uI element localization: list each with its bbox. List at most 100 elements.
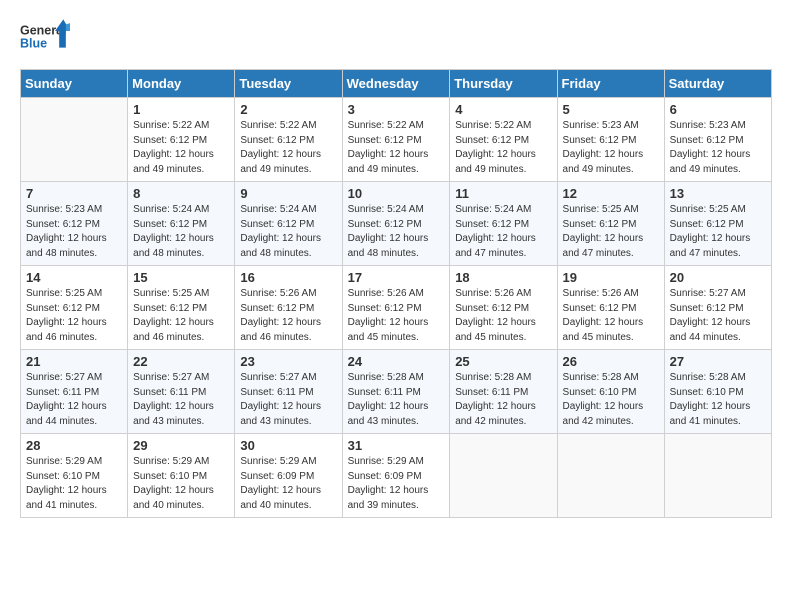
day-cell: 16Sunrise: 5:26 AMSunset: 6:12 PMDayligh… bbox=[235, 266, 342, 350]
day-cell: 23Sunrise: 5:27 AMSunset: 6:11 PMDayligh… bbox=[235, 350, 342, 434]
calendar-table: SundayMondayTuesdayWednesdayThursdayFrid… bbox=[20, 69, 772, 518]
day-cell bbox=[450, 434, 557, 518]
day-info: Sunrise: 5:26 AMSunset: 6:12 PMDaylight:… bbox=[240, 287, 336, 345]
day-info: Sunrise: 5:28 AMSunset: 6:11 PMDaylight:… bbox=[455, 371, 551, 429]
day-number: 8 bbox=[133, 186, 229, 201]
day-cell: 21 Sunrise: 5:27 AMSunset: 6:11 PMDayligh… bbox=[21, 350, 128, 434]
day-cell bbox=[21, 98, 128, 182]
header-monday: Monday bbox=[128, 70, 235, 98]
header-tuesday: Tuesday bbox=[235, 70, 342, 98]
day-cell: 18 Sunrise: 5:26 AMSunset: 6:12 PMDayligh… bbox=[450, 266, 557, 350]
logo: General Blue bbox=[20, 16, 70, 61]
day-cell: 4 Sunrise: 5:22 AMSunset: 6:12 PMDaylight… bbox=[450, 98, 557, 182]
day-number: 29 bbox=[133, 438, 229, 453]
week-row-5: 28Sunrise: 5:29 AMSunset: 6:10 PMDayligh… bbox=[21, 434, 772, 518]
day-info: Sunrise: 5:25 AMSunset: 6:12 PMDaylight:… bbox=[26, 287, 122, 345]
header-friday: Friday bbox=[557, 70, 664, 98]
day-cell: 11 Sunrise: 5:24 AMSunset: 6:12 PMDayligh… bbox=[450, 182, 557, 266]
day-info: Sunrise: 5:27 AMSunset: 6:11 PMDaylight:… bbox=[26, 371, 122, 429]
day-cell: 24 Sunrise: 5:28 AMSunset: 6:11 PMDayligh… bbox=[342, 350, 450, 434]
day-info: Sunrise: 5:25 AMSunset: 6:12 PMDaylight:… bbox=[133, 287, 229, 345]
day-number: 13 bbox=[670, 186, 766, 201]
week-row-3: 14 Sunrise: 5:25 AMSunset: 6:12 PMDayligh… bbox=[21, 266, 772, 350]
calendar-header-row: SundayMondayTuesdayWednesdayThursdayFrid… bbox=[21, 70, 772, 98]
day-cell: 30Sunrise: 5:29 AMSunset: 6:09 PMDayligh… bbox=[235, 434, 342, 518]
day-info: Sunrise: 5:23 AMSunset: 6:12 PMDaylight:… bbox=[670, 119, 766, 177]
day-info: Sunrise: 5:26 AMSunset: 6:12 PMDaylight:… bbox=[455, 287, 551, 345]
day-number: 21 bbox=[26, 354, 122, 369]
day-info: Sunrise: 5:23 AMSunset: 6:12 PMDaylight:… bbox=[26, 203, 122, 261]
day-cell: 3 Sunrise: 5:22 AMSunset: 6:12 PMDaylight… bbox=[342, 98, 450, 182]
day-info: Sunrise: 5:24 AMSunset: 6:12 PMDaylight:… bbox=[455, 203, 551, 261]
day-cell: 12 Sunrise: 5:25 AMSunset: 6:12 PMDayligh… bbox=[557, 182, 664, 266]
day-cell: 20 Sunrise: 5:27 AMSunset: 6:12 PMDayligh… bbox=[664, 266, 771, 350]
day-info: Sunrise: 5:25 AMSunset: 6:12 PMDaylight:… bbox=[670, 203, 766, 261]
day-cell: 6 Sunrise: 5:23 AMSunset: 6:12 PMDaylight… bbox=[664, 98, 771, 182]
day-number: 20 bbox=[670, 270, 766, 285]
day-cell: 14 Sunrise: 5:25 AMSunset: 6:12 PMDayligh… bbox=[21, 266, 128, 350]
week-row-2: 7 Sunrise: 5:23 AMSunset: 6:12 PMDaylight… bbox=[21, 182, 772, 266]
day-number: 4 bbox=[455, 102, 551, 117]
day-number: 27 bbox=[670, 354, 766, 369]
day-number: 15 bbox=[133, 270, 229, 285]
day-info: Sunrise: 5:28 AMSunset: 6:10 PMDaylight:… bbox=[563, 371, 659, 429]
day-number: 3 bbox=[348, 102, 445, 117]
day-info: Sunrise: 5:27 AMSunset: 6:11 PMDaylight:… bbox=[240, 371, 336, 429]
day-cell: 17Sunrise: 5:26 AMSunset: 6:12 PMDayligh… bbox=[342, 266, 450, 350]
week-row-4: 21 Sunrise: 5:27 AMSunset: 6:11 PMDayligh… bbox=[21, 350, 772, 434]
day-info: Sunrise: 5:28 AMSunset: 6:10 PMDaylight:… bbox=[670, 371, 766, 429]
header-sunday: Sunday bbox=[21, 70, 128, 98]
logo-bird-icon: General Blue bbox=[20, 16, 70, 61]
day-cell: 13 Sunrise: 5:25 AMSunset: 6:12 PMDayligh… bbox=[664, 182, 771, 266]
day-number: 19 bbox=[563, 270, 659, 285]
day-cell: 28Sunrise: 5:29 AMSunset: 6:10 PMDayligh… bbox=[21, 434, 128, 518]
header-saturday: Saturday bbox=[664, 70, 771, 98]
day-info: Sunrise: 5:26 AMSunset: 6:12 PMDaylight:… bbox=[348, 287, 445, 345]
svg-text:Blue: Blue bbox=[20, 37, 47, 51]
day-number: 12 bbox=[563, 186, 659, 201]
day-info: Sunrise: 5:22 AMSunset: 6:12 PMDaylight:… bbox=[240, 119, 336, 177]
day-cell: 25Sunrise: 5:28 AMSunset: 6:11 PMDayligh… bbox=[450, 350, 557, 434]
header-thursday: Thursday bbox=[450, 70, 557, 98]
day-info: Sunrise: 5:22 AMSunset: 6:12 PMDaylight:… bbox=[348, 119, 445, 177]
day-cell: 7 Sunrise: 5:23 AMSunset: 6:12 PMDaylight… bbox=[21, 182, 128, 266]
day-info: Sunrise: 5:24 AMSunset: 6:12 PMDaylight:… bbox=[133, 203, 229, 261]
day-info: Sunrise: 5:29 AMSunset: 6:10 PMDaylight:… bbox=[133, 455, 229, 513]
day-cell: 15 Sunrise: 5:25 AMSunset: 6:12 PMDayligh… bbox=[128, 266, 235, 350]
week-row-1: 1 Sunrise: 5:22 AMSunset: 6:12 PMDaylight… bbox=[21, 98, 772, 182]
day-number: 9 bbox=[240, 186, 336, 201]
day-info: Sunrise: 5:27 AMSunset: 6:12 PMDaylight:… bbox=[670, 287, 766, 345]
day-cell: 19 Sunrise: 5:26 AMSunset: 6:12 PMDayligh… bbox=[557, 266, 664, 350]
day-number: 2 bbox=[240, 102, 336, 117]
day-number: 30 bbox=[240, 438, 336, 453]
day-number: 6 bbox=[670, 102, 766, 117]
day-info: Sunrise: 5:27 AMSunset: 6:11 PMDaylight:… bbox=[133, 371, 229, 429]
day-cell: 31Sunrise: 5:29 AMSunset: 6:09 PMDayligh… bbox=[342, 434, 450, 518]
day-cell: 29 Sunrise: 5:29 AMSunset: 6:10 PMDayligh… bbox=[128, 434, 235, 518]
day-info: Sunrise: 5:22 AMSunset: 6:12 PMDaylight:… bbox=[455, 119, 551, 177]
day-cell: 10Sunrise: 5:24 AMSunset: 6:12 PMDayligh… bbox=[342, 182, 450, 266]
day-number: 11 bbox=[455, 186, 551, 201]
day-cell: 26 Sunrise: 5:28 AMSunset: 6:10 PMDayligh… bbox=[557, 350, 664, 434]
day-info: Sunrise: 5:29 AMSunset: 6:10 PMDaylight:… bbox=[26, 455, 122, 513]
day-info: Sunrise: 5:28 AMSunset: 6:11 PMDaylight:… bbox=[348, 371, 445, 429]
day-number: 24 bbox=[348, 354, 445, 369]
day-number: 10 bbox=[348, 186, 445, 201]
day-cell: 8 Sunrise: 5:24 AMSunset: 6:12 PMDaylight… bbox=[128, 182, 235, 266]
day-number: 7 bbox=[26, 186, 122, 201]
day-number: 18 bbox=[455, 270, 551, 285]
day-cell: 5 Sunrise: 5:23 AMSunset: 6:12 PMDaylight… bbox=[557, 98, 664, 182]
day-info: Sunrise: 5:24 AMSunset: 6:12 PMDaylight:… bbox=[240, 203, 336, 261]
day-info: Sunrise: 5:23 AMSunset: 6:12 PMDaylight:… bbox=[563, 119, 659, 177]
day-number: 5 bbox=[563, 102, 659, 117]
day-cell: 22Sunrise: 5:27 AMSunset: 6:11 PMDayligh… bbox=[128, 350, 235, 434]
day-number: 1 bbox=[133, 102, 229, 117]
day-number: 26 bbox=[563, 354, 659, 369]
day-cell: 27 Sunrise: 5:28 AMSunset: 6:10 PMDayligh… bbox=[664, 350, 771, 434]
day-number: 14 bbox=[26, 270, 122, 285]
day-info: Sunrise: 5:26 AMSunset: 6:12 PMDaylight:… bbox=[563, 287, 659, 345]
day-info: Sunrise: 5:25 AMSunset: 6:12 PMDaylight:… bbox=[563, 203, 659, 261]
day-cell bbox=[557, 434, 664, 518]
day-cell: 9 Sunrise: 5:24 AMSunset: 6:12 PMDaylight… bbox=[235, 182, 342, 266]
day-cell bbox=[664, 434, 771, 518]
